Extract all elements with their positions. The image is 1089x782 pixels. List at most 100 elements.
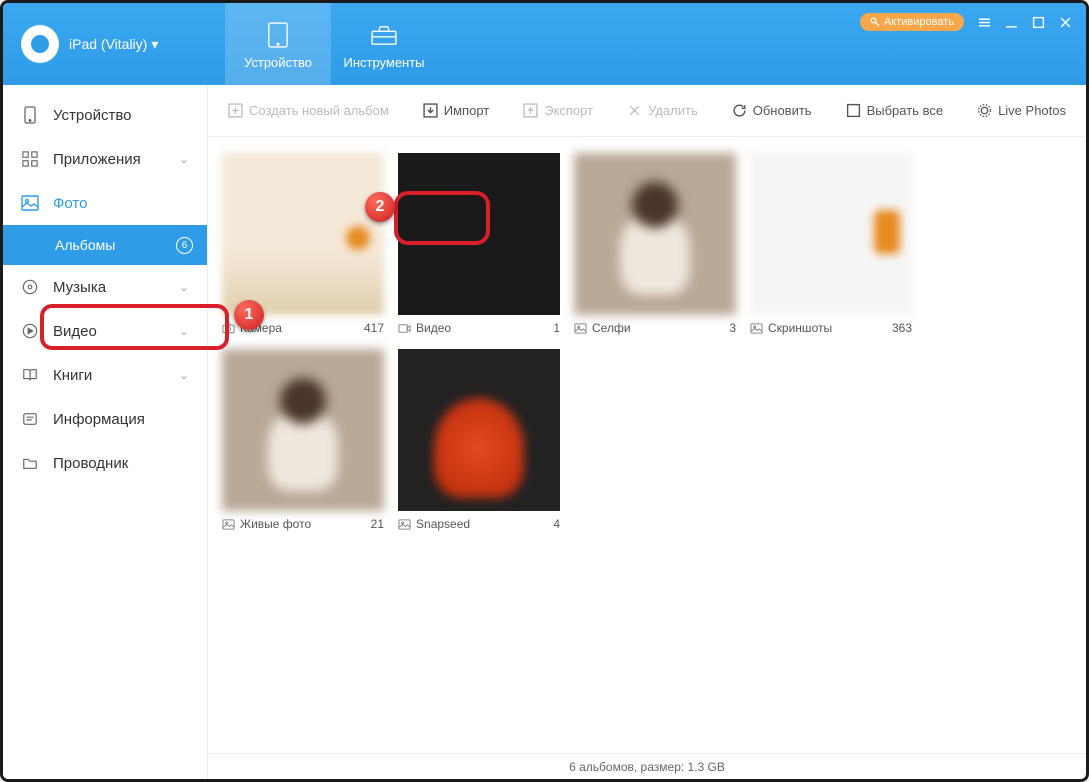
photo-icon bbox=[21, 194, 39, 212]
refresh-icon bbox=[732, 103, 747, 118]
toolbar: Создать новый альбом Импорт Экспорт Удал… bbox=[208, 85, 1086, 137]
album-count: 1 bbox=[553, 321, 560, 335]
sidebar-item-video[interactable]: Видео ⌄ bbox=[3, 309, 207, 353]
sidebar-label: Информация bbox=[53, 411, 145, 428]
album-name: Живые фото bbox=[240, 517, 311, 531]
tab-device[interactable]: Устройство bbox=[225, 3, 331, 85]
sidebar: Устройство Приложения ⌄ Фото Альбомы 6 М… bbox=[3, 85, 208, 779]
window-controls: Активировать bbox=[860, 13, 1072, 31]
album-label-row: Видео 1 bbox=[398, 321, 560, 335]
album-name: Видео bbox=[416, 321, 451, 335]
tab-tools-label: Инструменты bbox=[343, 55, 424, 70]
top-tabs: Устройство Инструменты bbox=[225, 3, 437, 85]
tab-tools[interactable]: Инструменты bbox=[331, 3, 437, 85]
export-icon bbox=[523, 103, 538, 118]
camera-icon bbox=[222, 322, 235, 335]
album-item[interactable]: Живые фото 21 bbox=[222, 349, 384, 531]
apps-icon bbox=[21, 150, 39, 168]
video-icon bbox=[21, 322, 39, 340]
sidebar-label: Фото bbox=[53, 195, 87, 212]
minimize-icon[interactable] bbox=[1005, 16, 1018, 29]
sidebar-label: Видео bbox=[53, 323, 97, 340]
sidebar-item-info[interactable]: Информация bbox=[3, 397, 207, 441]
export-button[interactable]: Экспорт bbox=[513, 97, 603, 124]
album-item[interactable]: Скриншоты 363 bbox=[750, 153, 912, 335]
album-label-row: Селфи3 bbox=[574, 321, 736, 335]
status-bar: 6 альбомов, размер: 1.3 GB bbox=[208, 753, 1086, 779]
album-label-row: Камера417 bbox=[222, 321, 384, 335]
album-name: Snapseed bbox=[416, 517, 470, 531]
album-item[interactable]: Видео 1 bbox=[398, 153, 560, 335]
sidebar-label: Книги bbox=[53, 367, 92, 384]
body: Устройство Приложения ⌄ Фото Альбомы 6 М… bbox=[3, 85, 1086, 779]
refresh-button[interactable]: Обновить bbox=[722, 97, 822, 124]
album-item[interactable]: Snapseed 4 bbox=[398, 349, 560, 531]
album-count: 363 bbox=[892, 321, 912, 335]
menu-icon[interactable] bbox=[978, 16, 991, 29]
album-count: 21 bbox=[371, 517, 384, 531]
titlebar: iPad (Vitaliy) ▾ Устройство Инструменты bbox=[3, 3, 1086, 85]
music-icon bbox=[21, 278, 39, 296]
sidebar-label: Приложения bbox=[53, 151, 141, 168]
album-name: Скриншоты bbox=[768, 321, 832, 335]
album-thumbnail bbox=[750, 153, 912, 315]
album-thumbnail bbox=[398, 349, 560, 511]
import-icon bbox=[423, 103, 438, 118]
chevron-down-icon: ⌄ bbox=[179, 152, 189, 166]
sidebar-item-device[interactable]: Устройство bbox=[3, 93, 207, 137]
device-selector[interactable]: iPad (Vitaliy) ▾ bbox=[69, 36, 158, 53]
device-icon bbox=[21, 106, 39, 124]
sidebar-label: Музыка bbox=[53, 279, 106, 296]
toolbar-label: Выбрать все bbox=[867, 103, 943, 118]
device-name: iPad (Vitaliy) bbox=[69, 36, 147, 52]
album-item[interactable]: Селфи3 bbox=[574, 153, 736, 335]
sidebar-label: Проводник bbox=[53, 455, 128, 472]
new-album-button[interactable]: Создать новый альбом bbox=[218, 97, 399, 124]
live-photos-icon bbox=[977, 103, 992, 118]
brand-area: iPad (Vitaliy) ▾ bbox=[3, 3, 225, 85]
delete-button[interactable]: Удалить bbox=[617, 97, 708, 124]
image-icon bbox=[222, 518, 235, 531]
album-count: 4 bbox=[553, 517, 560, 531]
toolbar-label: Экспорт bbox=[544, 103, 593, 118]
sidebar-item-albums[interactable]: Альбомы 6 bbox=[3, 225, 207, 265]
activate-button[interactable]: Активировать bbox=[860, 13, 964, 31]
chevron-down-icon: ⌄ bbox=[179, 324, 189, 338]
select-all-button[interactable]: Выбрать все bbox=[836, 97, 953, 124]
toolbar-label: Live Photos bbox=[998, 103, 1066, 118]
sidebar-item-music[interactable]: Музыка ⌄ bbox=[3, 265, 207, 309]
maximize-icon[interactable] bbox=[1032, 16, 1045, 29]
image-icon bbox=[574, 322, 587, 335]
album-grid: Камера417 Видео 1 Селфи3 Скриншоты 363 Живые ф… bbox=[222, 153, 1072, 531]
album-thumbnail bbox=[222, 349, 384, 511]
image-icon bbox=[398, 518, 411, 531]
chevron-down-icon: ⌄ bbox=[179, 280, 189, 294]
books-icon bbox=[21, 366, 39, 384]
album-thumbnail bbox=[398, 153, 560, 315]
tablet-icon bbox=[264, 19, 292, 51]
content-area: Камера417 Видео 1 Селфи3 Скриншоты 363 Живые ф… bbox=[208, 137, 1086, 753]
sidebar-item-apps[interactable]: Приложения ⌄ bbox=[3, 137, 207, 181]
album-item[interactable]: Камера417 bbox=[222, 153, 384, 335]
album-count: 417 bbox=[364, 321, 384, 335]
sidebar-item-books[interactable]: Книги ⌄ bbox=[3, 353, 207, 397]
count-badge: 6 bbox=[176, 237, 193, 254]
sidebar-label: Альбомы bbox=[55, 237, 115, 253]
plus-square-icon bbox=[228, 103, 243, 118]
album-label-row: Живые фото 21 bbox=[222, 517, 384, 531]
info-icon bbox=[21, 410, 39, 428]
toolbar-label: Удалить bbox=[648, 103, 698, 118]
close-icon[interactable] bbox=[1059, 16, 1072, 29]
sidebar-item-photo[interactable]: Фото bbox=[3, 181, 207, 225]
main-panel: Создать новый альбом Импорт Экспорт Удал… bbox=[208, 85, 1086, 779]
import-button[interactable]: Импорт bbox=[413, 97, 499, 124]
album-label-row: Скриншоты 363 bbox=[750, 321, 912, 335]
sidebar-item-explorer[interactable]: Проводник bbox=[3, 441, 207, 485]
app-window: iPad (Vitaliy) ▾ Устройство Инструменты bbox=[0, 0, 1089, 782]
image-icon bbox=[750, 322, 763, 335]
tab-device-label: Устройство bbox=[244, 55, 312, 70]
chevron-down-icon: ▾ bbox=[151, 36, 158, 53]
sidebar-label: Устройство bbox=[53, 107, 131, 124]
live-photos-button[interactable]: Live Photos bbox=[967, 97, 1076, 124]
toolbar-label: Создать новый альбом bbox=[249, 103, 389, 118]
